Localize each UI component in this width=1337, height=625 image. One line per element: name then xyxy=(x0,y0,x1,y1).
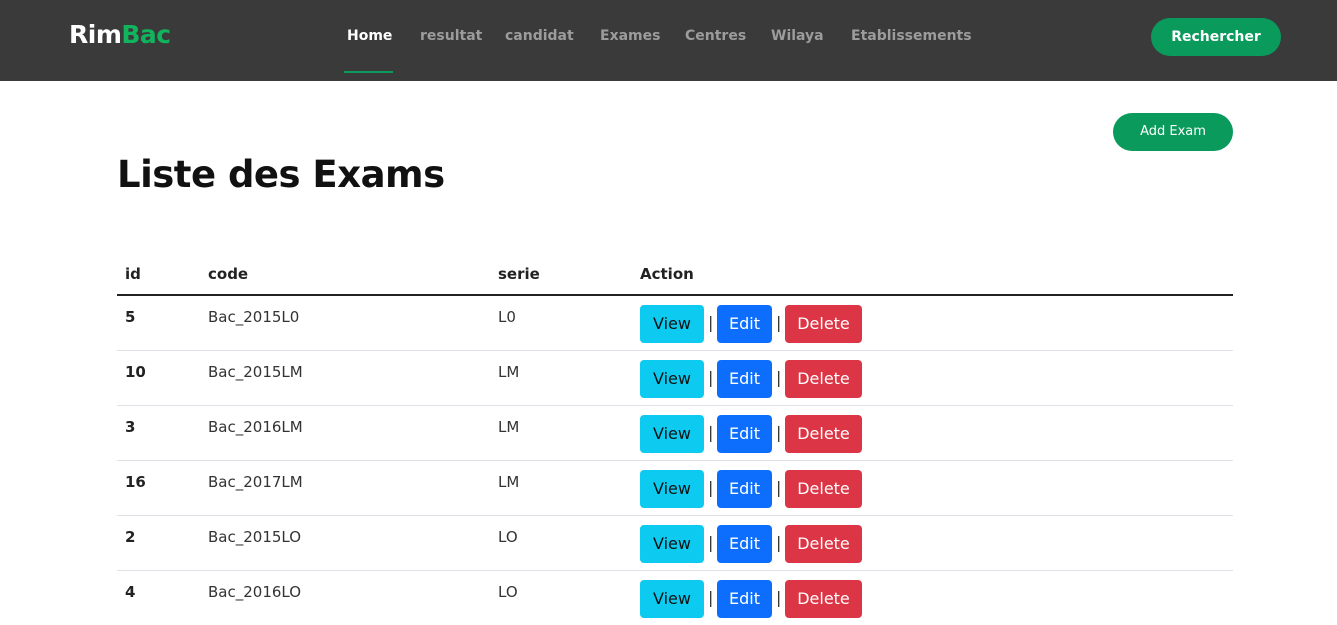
cell-serie: LO xyxy=(498,583,518,601)
table-row: 2 Bac_2015LO LO View | Edit | Delete xyxy=(117,516,1233,571)
cell-serie: L0 xyxy=(498,308,516,326)
action-separator: | xyxy=(708,478,714,497)
add-exam-button[interactable]: Add Exam xyxy=(1113,113,1233,151)
view-button[interactable]: View xyxy=(640,415,704,453)
edit-button[interactable]: Edit xyxy=(717,525,772,563)
cell-serie: LM xyxy=(498,418,520,436)
cell-code: Bac_2016LO xyxy=(208,583,302,601)
cell-serie: LM xyxy=(498,363,520,381)
nav-item-resultat[interactable]: resultat xyxy=(420,27,482,47)
header-id: id xyxy=(125,265,141,283)
logo-rim: Rim xyxy=(69,20,122,49)
edit-button[interactable]: Edit xyxy=(717,415,772,453)
action-separator: | xyxy=(708,368,714,387)
table-header: id code serie Action xyxy=(117,256,1233,296)
cell-code: Bac_2015L0 xyxy=(208,308,300,326)
view-button[interactable]: View xyxy=(640,580,704,618)
action-separator: | xyxy=(708,313,714,332)
nav-active-indicator xyxy=(344,71,393,73)
view-button[interactable]: View xyxy=(640,305,704,343)
action-separator: | xyxy=(776,423,782,442)
delete-button[interactable]: Delete xyxy=(785,580,862,618)
cell-code: Bac_2016LM xyxy=(208,418,303,436)
action-separator: | xyxy=(776,478,782,497)
cell-id: 4 xyxy=(125,583,136,601)
nav-item-home[interactable]: Home xyxy=(347,27,392,47)
action-separator: | xyxy=(776,313,782,332)
nav-item-candidat[interactable]: candidat xyxy=(505,27,574,47)
edit-button[interactable]: Edit xyxy=(717,580,772,618)
table-row: 3 Bac_2016LM LM View | Edit | Delete xyxy=(117,406,1233,461)
header-code: code xyxy=(208,265,249,283)
exams-table: id code serie Action 5 Bac_2015L0 L0 Vie… xyxy=(117,256,1233,625)
nav-item-etablissements[interactable]: Etablissements xyxy=(851,27,972,47)
table-row: 10 Bac_2015LM LM View | Edit | Delete xyxy=(117,351,1233,406)
edit-button[interactable]: Edit xyxy=(717,360,772,398)
table-row: 16 Bac_2017LM LM View | Edit | Delete xyxy=(117,461,1233,516)
header-action: Action xyxy=(640,265,694,283)
delete-button[interactable]: Delete xyxy=(785,525,862,563)
table-row: 4 Bac_2016LO LO View | Edit | Delete xyxy=(117,571,1233,625)
delete-button[interactable]: Delete xyxy=(785,470,862,508)
header-serie: serie xyxy=(498,265,540,283)
top-navbar: RimBac Home resultat candidat Exames Cen… xyxy=(0,0,1337,81)
nav-item-wilaya[interactable]: Wilaya xyxy=(771,27,824,47)
cell-serie: LM xyxy=(498,473,520,491)
action-separator: | xyxy=(776,588,782,607)
table-row: 5 Bac_2015L0 L0 View | Edit | Delete xyxy=(117,296,1233,351)
view-button[interactable]: View xyxy=(640,360,704,398)
action-separator: | xyxy=(776,368,782,387)
edit-button[interactable]: Edit xyxy=(717,305,772,343)
cell-id: 5 xyxy=(125,308,136,326)
cell-id: 2 xyxy=(125,528,136,546)
cell-code: Bac_2015LO xyxy=(208,528,302,546)
cell-code: Bac_2015LM xyxy=(208,363,303,381)
edit-button[interactable]: Edit xyxy=(717,470,772,508)
action-separator: | xyxy=(708,588,714,607)
action-separator: | xyxy=(708,423,714,442)
cell-id: 10 xyxy=(125,363,146,381)
nav-item-exames[interactable]: Exames xyxy=(600,27,660,47)
view-button[interactable]: View xyxy=(640,525,704,563)
page-title: Liste des Exams xyxy=(117,153,445,196)
delete-button[interactable]: Delete xyxy=(785,415,862,453)
cell-code: Bac_2017LM xyxy=(208,473,303,491)
action-separator: | xyxy=(776,533,782,552)
delete-button[interactable]: Delete xyxy=(785,360,862,398)
search-button[interactable]: Rechercher xyxy=(1151,18,1281,56)
logo-bac: Bac xyxy=(121,20,171,49)
nav-item-centres[interactable]: Centres xyxy=(685,27,746,47)
action-separator: | xyxy=(708,533,714,552)
logo[interactable]: RimBac xyxy=(69,20,171,50)
view-button[interactable]: View xyxy=(640,470,704,508)
cell-id: 3 xyxy=(125,418,136,436)
cell-serie: LO xyxy=(498,528,518,546)
delete-button[interactable]: Delete xyxy=(785,305,862,343)
cell-id: 16 xyxy=(125,473,146,491)
